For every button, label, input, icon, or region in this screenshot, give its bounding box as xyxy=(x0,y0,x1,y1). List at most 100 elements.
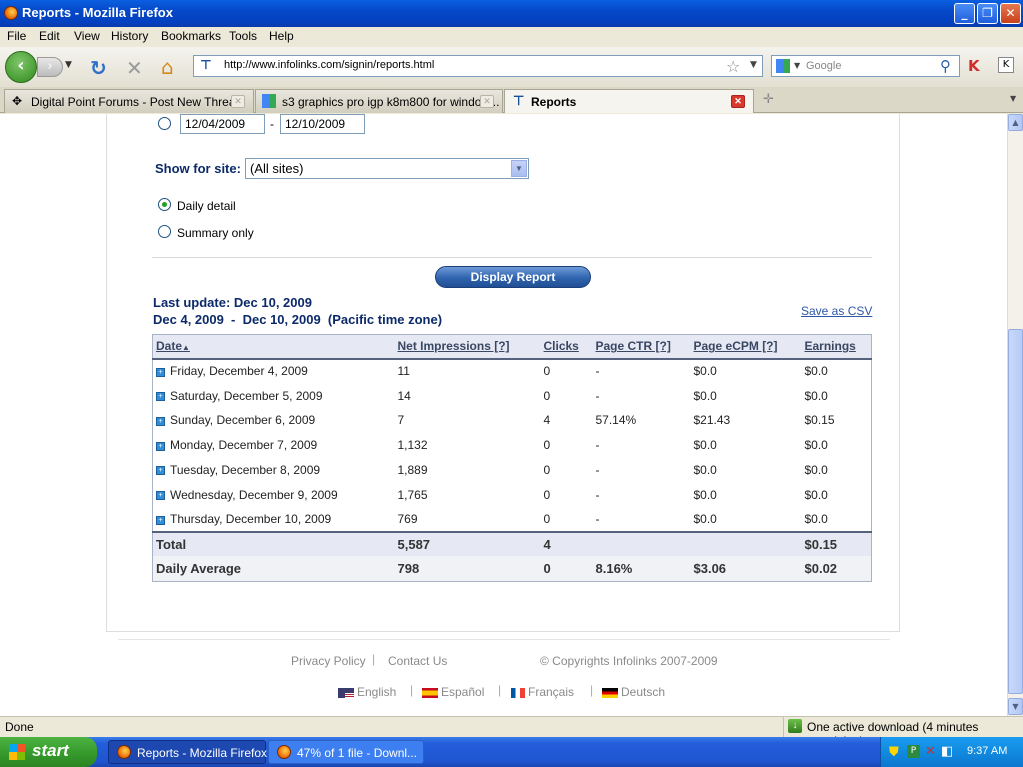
column-header-ctr[interactable]: Page CTR [?] xyxy=(592,334,691,360)
vertical-scrollbar[interactable]: ▲ ▼ xyxy=(1007,114,1023,716)
language-english[interactable]: English xyxy=(338,685,396,699)
reload-icon[interactable]: ↻ xyxy=(90,56,107,80)
menu-edit[interactable]: Edit xyxy=(39,29,60,43)
expand-row-icon[interactable]: + xyxy=(156,466,165,476)
cell-impressions: 1,132 xyxy=(395,433,541,458)
column-header-ecpm[interactable]: Page eCPM [?] xyxy=(690,334,802,360)
date-from-input[interactable]: 12/04/2009 xyxy=(180,114,265,134)
kaspersky-icon[interactable]: K xyxy=(968,57,980,75)
tab-close-icon[interactable]: ✕ xyxy=(731,95,745,108)
cell-ctr: 8.16% xyxy=(592,556,691,582)
cell-text: - xyxy=(595,388,600,403)
column-header-date[interactable]: Date▲ xyxy=(152,334,395,360)
scroll-down-icon[interactable]: ▼ xyxy=(1008,698,1023,715)
daily-detail-radio[interactable] xyxy=(158,198,171,211)
search-icon[interactable]: ⚲ xyxy=(940,57,951,75)
cell-earnings: $0.0 xyxy=(802,458,872,483)
column-header-earnings[interactable]: Earnings xyxy=(801,334,872,360)
expand-row-icon[interactable]: + xyxy=(156,367,165,377)
search-input[interactable]: Google xyxy=(806,60,841,72)
menu-bookmarks[interactable]: Bookmarks xyxy=(161,29,221,43)
last-update: Last update: Dec 10, 2009 xyxy=(153,295,312,310)
cell-text: 57.14% xyxy=(595,413,637,428)
column-header-clicks[interactable]: Clicks xyxy=(540,334,593,360)
summary-only-radio[interactable] xyxy=(158,225,171,238)
language-french[interactable]: Français xyxy=(511,685,574,699)
cell-text: $0.0 xyxy=(804,388,828,403)
expand-row-icon[interactable]: + xyxy=(156,416,165,426)
cell-text: $0.0 xyxy=(804,438,828,453)
column-header-impressions[interactable]: Net Impressions [?] xyxy=(394,334,541,360)
custom-range-radio[interactable] xyxy=(158,117,171,130)
cell-ecpm: $0.0 xyxy=(691,359,802,384)
tab-favicon-icon: ⊤ xyxy=(513,93,525,108)
contact-us-link[interactable]: Contact Us xyxy=(388,654,447,668)
cell-ecpm: $0.0 xyxy=(691,482,802,507)
language-german[interactable]: Deutsch xyxy=(602,685,665,699)
home-icon[interactable]: ⌂ xyxy=(161,55,174,79)
chevron-down-icon[interactable]: ▼ xyxy=(511,160,527,177)
display-report-button[interactable]: Display Report xyxy=(435,266,591,288)
task-download[interactable]: 47% of 1 file - Downl... xyxy=(268,740,424,764)
cell-earnings: $0.15 xyxy=(802,408,872,433)
cell-impressions: 1,889 xyxy=(395,458,541,483)
forward-button[interactable]: › xyxy=(37,57,63,77)
daily-detail-label: Daily detail xyxy=(177,199,236,213)
stop-icon[interactable]: ✕ xyxy=(126,56,143,80)
table-row: + Tuesday, December 8, 2009 1,889 0 - $0.0 $0.… xyxy=(153,458,872,483)
tab-reports[interactable]: ⊤ Reports ✕ xyxy=(504,89,754,113)
new-tab-icon[interactable]: ✛ xyxy=(763,92,774,107)
search-engine-dropdown-icon[interactable]: ▼ xyxy=(794,61,800,70)
start-button[interactable]: start xyxy=(0,737,97,767)
maximize-button[interactable]: ❐ xyxy=(977,3,998,24)
menu-file[interactable]: File xyxy=(7,29,26,43)
bookmark-star-icon[interactable]: ☆ xyxy=(726,57,740,76)
url-dropdown-icon[interactable]: ▼ xyxy=(750,60,757,70)
expand-row-icon[interactable]: + xyxy=(156,441,165,451)
address-bar[interactable]: ⊤ http://www.infolinks.com/signin/report… xyxy=(193,55,763,77)
menu-history[interactable]: History xyxy=(111,29,148,43)
menu-tools[interactable]: Tools xyxy=(229,29,257,43)
cell-text: $0.0 xyxy=(804,463,828,478)
tab-list-icon[interactable]: ▼ xyxy=(1010,94,1016,103)
site-select[interactable]: (All sites) ▼ xyxy=(245,158,529,179)
close-button[interactable]: ✕ xyxy=(1000,3,1021,24)
firefox-icon xyxy=(4,6,18,20)
search-box[interactable]: ▼ Google ⚲ xyxy=(771,55,960,77)
minimize-button[interactable]: _ xyxy=(954,3,975,24)
footer-separator: | xyxy=(590,683,594,697)
cell-ctr: - xyxy=(593,433,691,458)
cell-text: $0.0 xyxy=(804,512,828,527)
addon-icon[interactable]: K xyxy=(998,57,1014,73)
germany-flag-icon xyxy=(602,687,618,698)
language-label: English xyxy=(357,685,397,699)
tab-close-icon[interactable]: ✕ xyxy=(231,95,245,108)
volume-icon[interactable]: ◧ xyxy=(941,744,953,759)
history-dropdown-icon[interactable]: ▼ xyxy=(65,60,72,70)
scroll-up-icon[interactable]: ▲ xyxy=(1008,114,1023,131)
download-icon[interactable]: ↓ xyxy=(788,719,802,733)
sort-asc-icon[interactable]: ▲ xyxy=(182,343,190,352)
tab-s3-graphics[interactable]: s3 graphics pro igp k8m800 for window...… xyxy=(255,89,503,113)
back-button[interactable]: ‹ xyxy=(5,51,37,83)
tab-digital-point[interactable]: ✥ Digital Point Forums - Post New Thread… xyxy=(4,89,254,113)
date-to-input[interactable]: 12/10/2009 xyxy=(280,114,365,134)
language-spanish[interactable]: Español xyxy=(422,685,484,699)
save-as-csv-link[interactable]: Save as CSV xyxy=(801,304,872,318)
report-range: Dec 4, 2009 - Dec 10, 2009 (Pacific time… xyxy=(153,312,443,327)
privacy-policy-link[interactable]: Privacy Policy xyxy=(291,654,366,668)
copyright-text: © Copyrights Infolinks 2007-2009 xyxy=(540,654,718,668)
menu-view[interactable]: View xyxy=(74,29,100,43)
shield-icon[interactable]: ⛊ xyxy=(889,745,899,760)
scrollbar-thumb[interactable] xyxy=(1008,329,1023,694)
expand-row-icon[interactable]: + xyxy=(156,491,165,501)
url-text[interactable]: http://www.infolinks.com/signin/reports.… xyxy=(224,59,434,71)
tray-app-icon[interactable]: P xyxy=(907,745,920,758)
network-icon[interactable]: ✕ xyxy=(925,744,936,759)
expand-row-icon[interactable]: + xyxy=(156,515,165,525)
language-label: Français xyxy=(528,685,575,699)
tab-close-icon[interactable]: ✕ xyxy=(480,95,494,108)
menu-help[interactable]: Help xyxy=(269,29,294,43)
expand-row-icon[interactable]: + xyxy=(156,392,165,402)
task-reports-firefox[interactable]: Reports - Mozilla Firefox xyxy=(108,740,267,764)
